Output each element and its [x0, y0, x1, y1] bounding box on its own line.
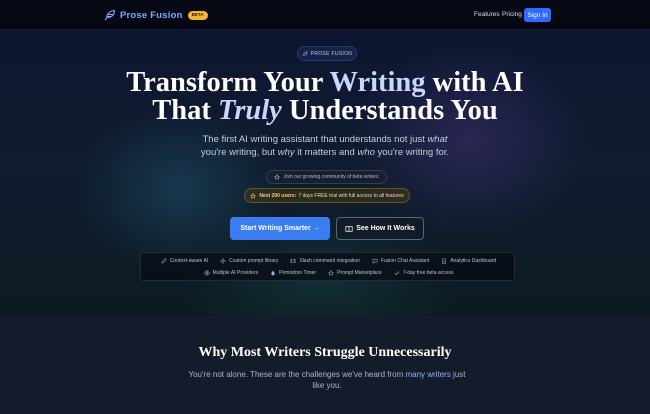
offer-text: 7 days FREE trial with full access to al…	[298, 192, 404, 199]
headline-accent: Writing	[329, 67, 426, 98]
globe-icon	[203, 270, 210, 276]
headline-accent: Truly	[217, 95, 282, 126]
headline-part: Transform Your	[126, 67, 330, 98]
feature-label: Context-aware AI	[169, 258, 209, 264]
community-text: Join our growing community of beta write…	[283, 174, 379, 180]
see-how-it-works-button[interactable]: See How It Works	[336, 217, 424, 240]
feature-item: Fusion Chat Assistant	[372, 258, 429, 264]
document-icon	[442, 258, 447, 264]
drop-icon	[271, 270, 275, 276]
feature-item: Slash command integration	[290, 258, 360, 264]
feature-label: Pomodoro Timer	[279, 270, 317, 276]
feature-list: Context-aware AI Custom prompt library Sla…	[140, 252, 515, 281]
see-how-label: See How It Works	[356, 225, 415, 232]
start-writing-button[interactable]: Start Writing Smarter →	[230, 217, 330, 240]
feature-row: Context-aware AI Custom prompt library Sla…	[141, 258, 516, 264]
subtitle-highlight[interactable]: many writers	[405, 370, 450, 379]
feature-label: 7-day free beta access	[402, 270, 454, 276]
nav-link-features[interactable]: Features	[474, 11, 500, 18]
section-subtitle: You're not alone. These are the challeng…	[188, 369, 466, 391]
subhead-emphasis: who	[357, 146, 375, 158]
brand-pill-label: PROSE FUSION	[310, 50, 353, 57]
feature-item: Custom prompt library	[220, 258, 278, 264]
feature-label: Fusion Chat Assistant	[380, 258, 430, 264]
feature-item: Prompt Marketplace	[328, 270, 382, 276]
subhead-text: you're writing for.	[374, 146, 450, 158]
hero-subheading: The first AI writing assistant that unde…	[195, 134, 455, 159]
hero-section: PROSE FUSION Transform Your Writing with…	[0, 30, 650, 316]
feature-label: Prompt Marketplace	[337, 270, 382, 276]
sign-in-button[interactable]: Sign In	[524, 8, 551, 22]
command-icon	[290, 258, 297, 264]
book-icon	[345, 225, 353, 232]
subhead-text: The first AI writing assistant that unde…	[202, 134, 428, 145]
hero-headline: Transform Your Writing with AI That Trul…	[0, 67, 650, 126]
feature-label: Slash command integration	[299, 258, 360, 264]
subhead-text: you're writing, but	[200, 146, 278, 158]
feature-label: Analytics Dashboard	[450, 258, 497, 264]
struggles-section: Why Most Writers Struggle Unnecessarily …	[0, 316, 650, 414]
pen-icon	[161, 258, 167, 264]
subtitle-text: You're not alone. These are the challeng…	[188, 370, 406, 379]
feature-item: Pomodoro Timer	[270, 270, 316, 276]
star-icon	[274, 174, 281, 180]
star-icon	[328, 270, 335, 276]
headline-part: Understands You	[281, 95, 498, 126]
star-icon	[250, 192, 257, 199]
brand-logo[interactable]: Prose Fusion BETA	[104, 9, 208, 21]
feather-icon	[302, 50, 308, 56]
feature-label: Custom prompt library	[229, 258, 279, 264]
feather-icon	[104, 9, 116, 21]
offer-pill: Next 200 users: 7 days FREE trial with f…	[244, 188, 410, 203]
feature-item: Context-aware AI	[161, 258, 208, 264]
brand-pill: PROSE FUSION	[297, 46, 357, 61]
sparkle-icon	[220, 258, 227, 264]
top-nav: Prose Fusion BETA Features Pricing Sign …	[0, 0, 650, 30]
check-icon	[394, 271, 400, 275]
subhead-emphasis: why	[277, 146, 295, 158]
feature-item: 7-day free beta access	[394, 270, 454, 276]
brand-name: Prose Fusion	[120, 9, 183, 21]
nav-link-pricing[interactable]: Pricing	[502, 11, 522, 18]
feature-item: Analytics Dashboard	[441, 258, 496, 264]
chat-icon	[372, 258, 378, 264]
feature-row: Multiple AI Providers Pomodoro Timer Promp…	[141, 270, 516, 276]
beta-badge: BETA	[187, 10, 208, 20]
subhead-text: it matters and	[294, 146, 358, 158]
offer-bold-text: Next 200 users:	[259, 192, 297, 199]
subhead-emphasis: what	[427, 134, 448, 145]
section-title: Why Most Writers Struggle Unnecessarily	[198, 345, 452, 360]
feature-item: Multiple AI Providers	[203, 270, 259, 276]
community-pill: Join our growing community of beta write…	[266, 170, 387, 184]
feature-label: Multiple AI Providers	[212, 270, 259, 276]
headline-part: with AI	[425, 67, 524, 98]
headline-part: That	[152, 95, 218, 126]
